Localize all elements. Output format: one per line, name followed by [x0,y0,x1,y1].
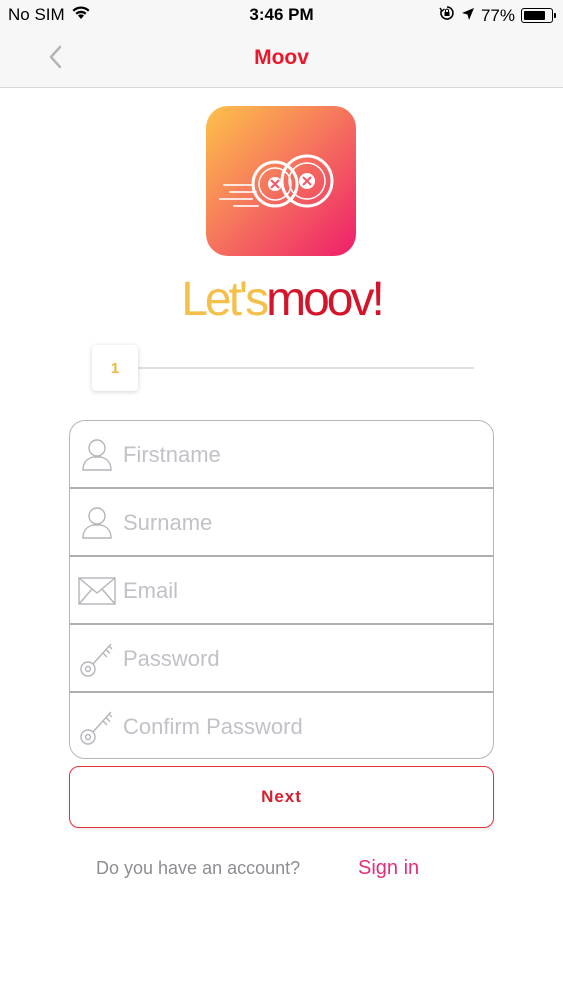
email-input[interactable] [123,571,481,611]
key-icon [78,639,116,679]
account-prompt: Do you have an account? [96,858,301,878]
tagline: Let'smoov! [0,272,563,327]
email-field [70,557,493,625]
confirm-password-field [70,693,493,758]
step-indicator: 1 [92,345,138,391]
wheels-icon [219,154,334,208]
page-title: Moov [254,46,309,69]
surname-input[interactable] [123,503,481,543]
confirm-password-input[interactable] [123,707,481,747]
sign-in-link[interactable]: Sign in [358,857,419,880]
envelope-icon [78,571,116,611]
step-progress-line [138,367,474,369]
status-right: 77% [439,5,556,26]
user-icon [78,503,116,543]
password-input[interactable] [123,639,481,679]
navigation-bar: Moov [0,30,563,88]
firstname-input[interactable] [123,435,481,475]
status-bar: No SIM 3:46 PM 77% [0,0,563,30]
orientation-lock-icon [439,5,455,26]
surname-field [70,489,493,557]
battery-icon [521,8,556,23]
battery-percentage: 77% [480,5,515,25]
location-arrow-icon [461,6,475,26]
password-field [70,625,493,693]
tagline-lets: Let's [181,273,269,326]
key-icon [78,707,116,747]
app-logo [206,106,356,256]
next-button[interactable]: Next [69,766,494,828]
user-icon [78,435,116,475]
signup-form [69,420,494,759]
firstname-field [70,421,493,489]
tagline-moov: moov! [266,273,385,326]
